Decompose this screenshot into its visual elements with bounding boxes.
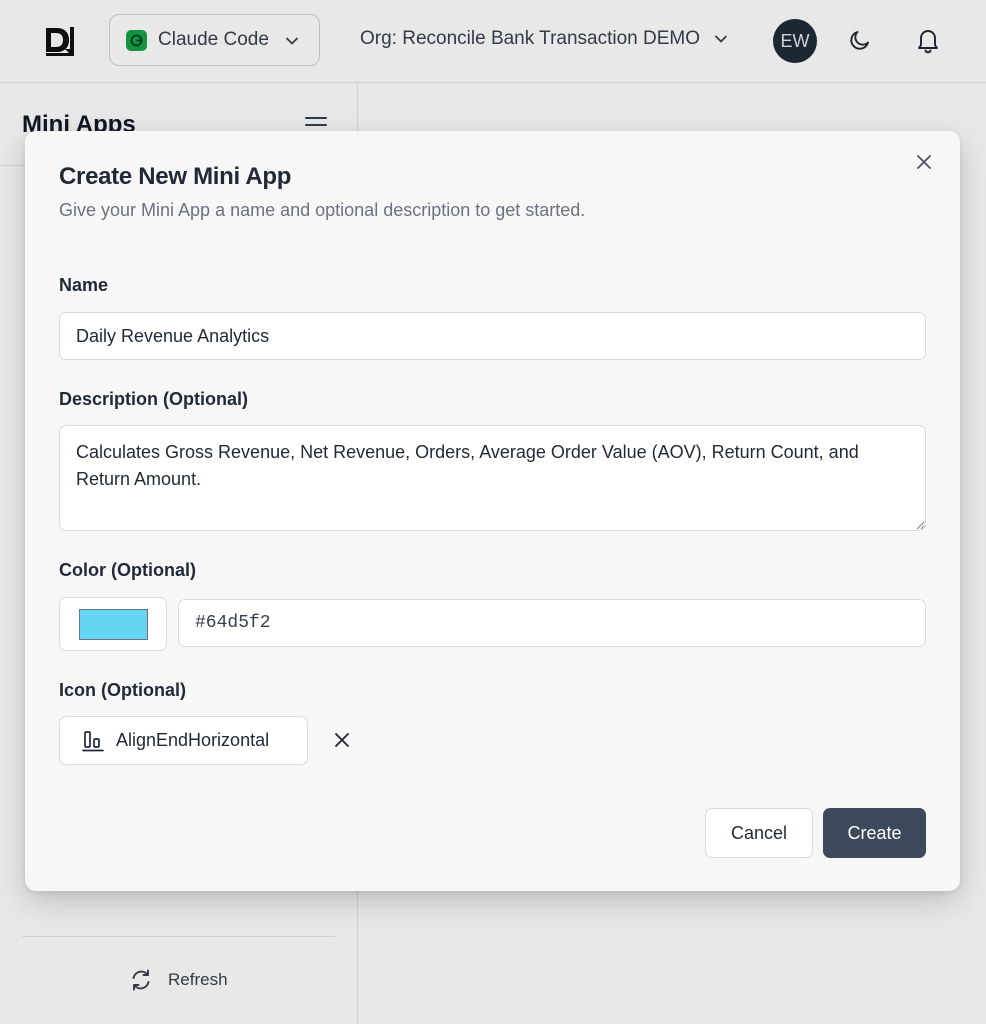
dialog-subtitle: Give your Mini App a name and optional d… <box>59 200 586 220</box>
clear-icon[interactable] <box>333 731 351 749</box>
icon-picker-button[interactable]: AlignEndHorizontal <box>59 716 308 765</box>
icon-label: Icon (Optional) <box>59 680 186 700</box>
color-swatch <box>78 608 148 640</box>
description-textarea[interactable]: Calculates Gross Revenue, Net Revenue, O… <box>59 425 926 531</box>
icon-name: AlignEndHorizontal <box>116 730 270 750</box>
align-end-horizontal-icon <box>82 730 104 751</box>
close-icon[interactable] <box>916 154 932 170</box>
color-hex-input[interactable] <box>178 599 926 647</box>
name-input[interactable] <box>59 312 926 360</box>
cancel-button[interactable]: Cancel <box>705 808 813 858</box>
name-label: Name <box>59 275 109 295</box>
create-mini-app-dialog: Create New Mini App Give your Mini App a… <box>25 131 960 891</box>
color-label: Color (Optional) <box>59 560 196 580</box>
dialog-title: Create New Mini App <box>59 163 292 190</box>
create-button[interactable]: Create <box>823 808 926 858</box>
color-picker-button[interactable] <box>59 597 167 651</box>
description-label: Description (Optional) <box>59 389 248 409</box>
